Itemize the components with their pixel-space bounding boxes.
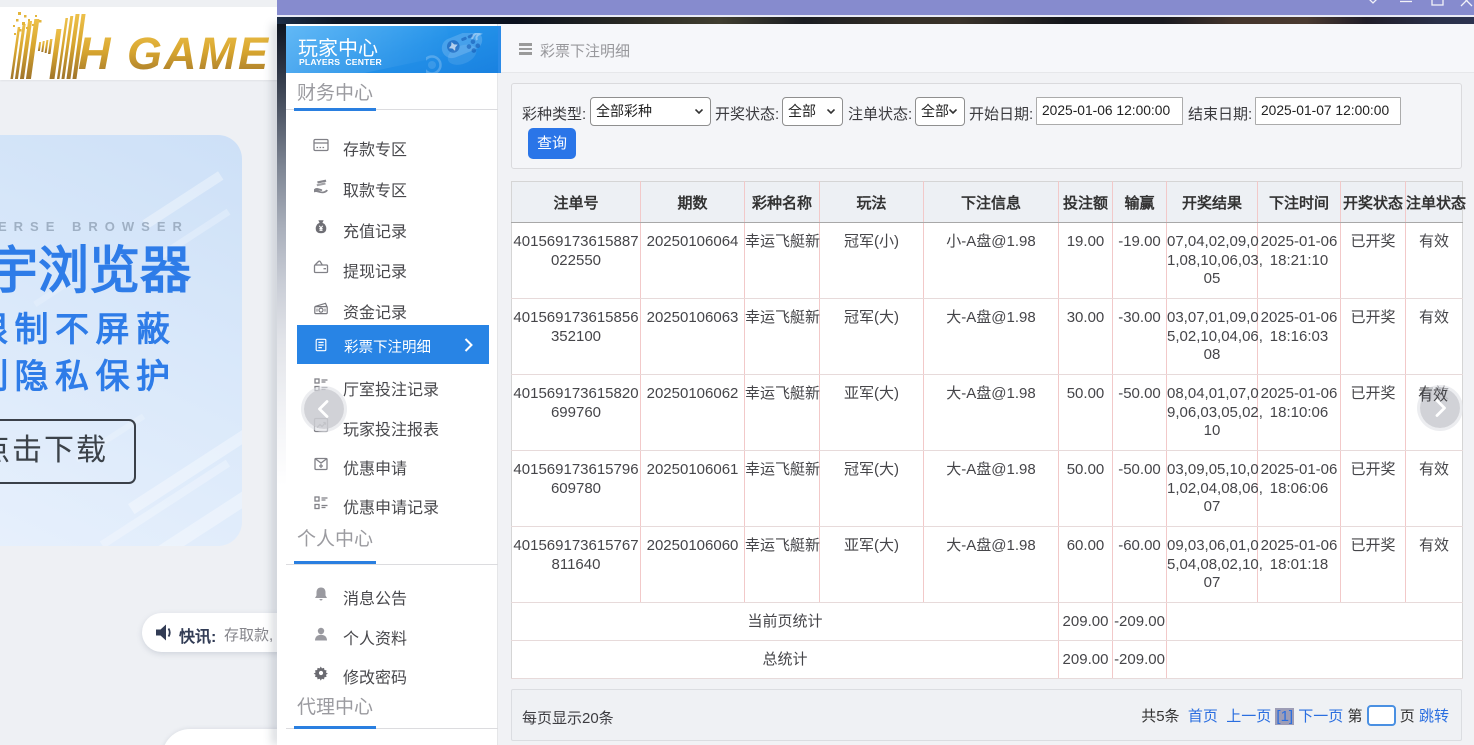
svg-text:H GAME: H GAME bbox=[78, 28, 270, 79]
